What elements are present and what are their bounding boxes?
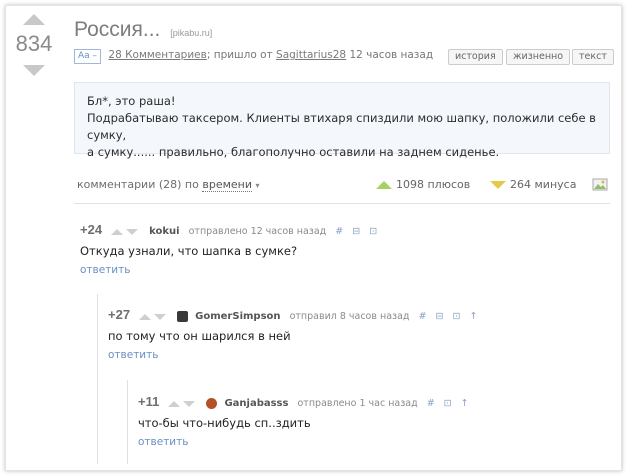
- tag-history[interactable]: история: [448, 49, 503, 65]
- rating-value: 834: [15, 31, 53, 56]
- post-story: Бл*, это раша! Подрабатываю таксером. Кл…: [74, 82, 610, 159]
- story-line: Подрабатываю таксером. Клиенты втихаря с…: [87, 111, 596, 142]
- comment-item: +11 Ganjabasss отправлено 1 час назад # …: [138, 394, 472, 448]
- comment-tools[interactable]: # ⊡ ↑: [427, 398, 472, 409]
- reply-link[interactable]: ответить: [138, 436, 472, 448]
- comment-text: что-бы что-нибудь сп..здить: [138, 416, 311, 430]
- comment-item: +27 GomerSimpson отправил 8 часов назад …: [108, 307, 480, 361]
- avatar: [177, 311, 189, 322]
- font-size-toggle[interactable]: Aa –: [74, 49, 102, 64]
- comment-upvote-icon[interactable]: [111, 228, 124, 235]
- comment-downvote-icon[interactable]: [183, 400, 196, 407]
- comments-count-label: комментарии (28) по: [77, 178, 199, 191]
- comment-score: +27: [108, 307, 131, 322]
- pluses-count: 1098 плюсов: [396, 178, 471, 191]
- comment-header: +24 kokui отправлено 12 часов назад # ⊟ …: [80, 222, 380, 238]
- sort-caret-icon[interactable]: ▾: [256, 181, 260, 190]
- tag-text[interactable]: текст: [572, 49, 614, 65]
- downvote-arrow-icon[interactable]: [23, 65, 45, 76]
- comment-upvote-icon[interactable]: [139, 313, 152, 320]
- comment-score: +11: [138, 394, 160, 409]
- reply-link[interactable]: ответить: [80, 264, 380, 276]
- upvote-arrow-icon[interactable]: [23, 14, 45, 25]
- post-source[interactable]: [pikabu.ru]: [170, 28, 212, 38]
- pluses-counter: 1098 плюсов: [376, 178, 470, 191]
- post-title-block: Россия... [pikabu.ru]: [74, 18, 212, 42]
- post-time: 12 часов назад: [349, 49, 434, 61]
- comment-text: Откуда узнали, что шапка в сумке?: [80, 244, 298, 258]
- story-line: а сумку...... правильно, благополучно ос…: [87, 145, 500, 159]
- comment-author[interactable]: kokui: [149, 226, 179, 237]
- came-from-label: ; пришло от: [206, 49, 273, 61]
- comment-item: +24 kokui отправлено 12 часов назад # ⊟ …: [80, 222, 380, 276]
- comment-time: отправлено 1 час назад: [297, 398, 418, 409]
- comment-text: по тому что он шарился в ней: [108, 329, 291, 343]
- comment-downvote-icon[interactable]: [126, 228, 139, 235]
- comments-link[interactable]: 28 Комментариев: [108, 49, 206, 61]
- thread-line: [97, 294, 98, 464]
- post-title[interactable]: Россия...: [74, 18, 160, 41]
- author-link[interactable]: Sagittarius28: [276, 49, 346, 61]
- plus-triangle-icon: [376, 181, 392, 189]
- comment-tools[interactable]: # ⊟ ⊡ ↑: [419, 311, 481, 322]
- comment-time: отправил 8 часов назад: [289, 311, 410, 322]
- comment-tools[interactable]: # ⊟ ⊡: [335, 226, 380, 237]
- comment-author[interactable]: Ganjabasss: [224, 398, 288, 409]
- image-toggle-icon[interactable]: [592, 176, 608, 192]
- minus-triangle-icon: [490, 181, 506, 189]
- minuses-count: 264 минуса: [510, 178, 577, 191]
- comments-sort-bar: комментарии (28) по времени ▾: [77, 178, 260, 192]
- story-line: Бл*, это раша!: [87, 94, 176, 108]
- comment-time: отправлено 12 часов назад: [188, 226, 327, 237]
- comment-header: +27 GomerSimpson отправил 8 часов назад …: [108, 307, 480, 323]
- comment-score: +24: [80, 222, 103, 237]
- thread-line: [127, 380, 128, 464]
- avatar: [206, 398, 218, 409]
- minuses-counter: 264 минуса: [490, 178, 576, 191]
- comment-header: +11 Ganjabasss отправлено 1 час назад # …: [138, 394, 472, 410]
- reply-link[interactable]: ответить: [108, 349, 480, 361]
- tag-life[interactable]: жизненно: [506, 49, 571, 65]
- comments-divider: [74, 203, 610, 204]
- comment-author[interactable]: GomerSimpson: [195, 311, 280, 322]
- comment-downvote-icon[interactable]: [154, 313, 167, 320]
- post-rating: 834: [12, 14, 56, 76]
- comment-upvote-icon[interactable]: [168, 400, 181, 407]
- sort-by-time[interactable]: времени: [202, 178, 252, 192]
